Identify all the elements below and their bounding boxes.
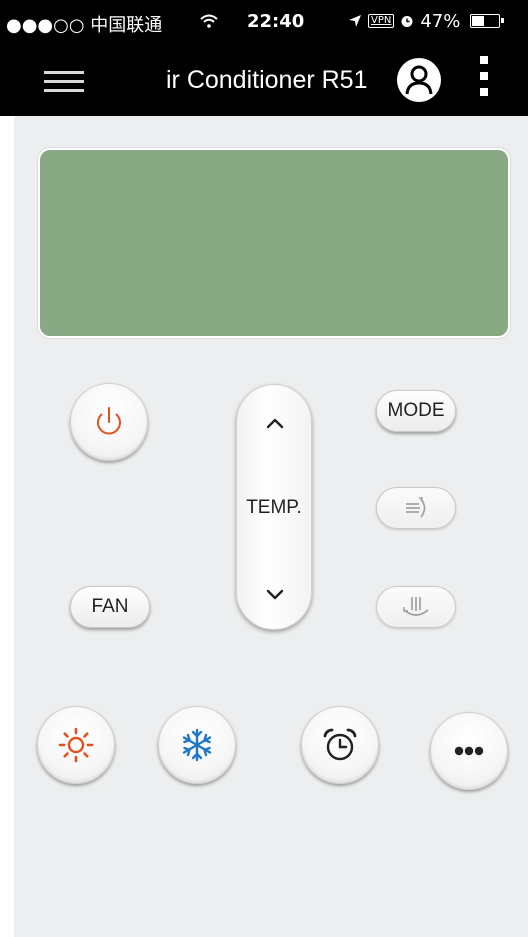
battery-icon (470, 14, 505, 28)
temperature-rocker: TEMP. (236, 384, 312, 630)
mode-button[interactable]: MODE (376, 390, 456, 432)
mode-button-label: MODE (387, 400, 445, 421)
alarm-clock-icon (323, 728, 357, 761)
location-arrow-icon (349, 15, 361, 27)
fan-button-label: FAN (91, 596, 129, 617)
power-icon (97, 407, 121, 435)
more-horizontal-icon (454, 746, 484, 756)
nav-bar: ir Conditioner R51 (0, 44, 528, 116)
temp-down-button[interactable] (260, 585, 290, 605)
lcd-display (38, 148, 510, 338)
heat-mode-button[interactable] (37, 706, 115, 784)
temp-label: TEMP. (246, 497, 302, 518)
battery-percent: 47% (420, 10, 461, 32)
swing-horizontal-button[interactable] (376, 487, 456, 529)
status-indicators: VPN 47% (348, 10, 505, 32)
status-bar: ●●●○○ 中国联通 22:40 VPN 47% (0, 0, 528, 44)
vpn-badge: VPN (368, 14, 395, 28)
wifi-icon (200, 14, 218, 28)
battery-tip (501, 18, 505, 23)
temp-up-button[interactable] (260, 413, 290, 433)
swing-vertical-button[interactable] (376, 586, 456, 628)
swing-vertical-icon (403, 597, 429, 616)
timer-button[interactable] (301, 706, 379, 784)
hamburger-menu-icon[interactable] (44, 71, 84, 93)
user-icon[interactable] (396, 57, 442, 103)
fan-button[interactable]: FAN (70, 586, 150, 628)
page-title: ir Conditioner R51 (166, 66, 368, 94)
app-screen: ●●●○○ 中国联通 22:40 VPN 47% ir Conditioner … (0, 0, 528, 937)
snowflake-icon (182, 728, 212, 762)
alarm-status-icon (401, 16, 413, 27)
more-vertical-icon[interactable] (474, 56, 494, 104)
clock-time: 22:40 (247, 11, 305, 32)
sun-icon (58, 727, 94, 763)
swing-horizontal-icon (406, 497, 426, 518)
more-options-button[interactable] (430, 712, 508, 790)
battery-fill (472, 16, 485, 26)
carrier-label: ●●●○○ 中国联通 (6, 15, 163, 36)
power-button[interactable] (70, 383, 148, 461)
cool-mode-button[interactable] (158, 706, 236, 784)
